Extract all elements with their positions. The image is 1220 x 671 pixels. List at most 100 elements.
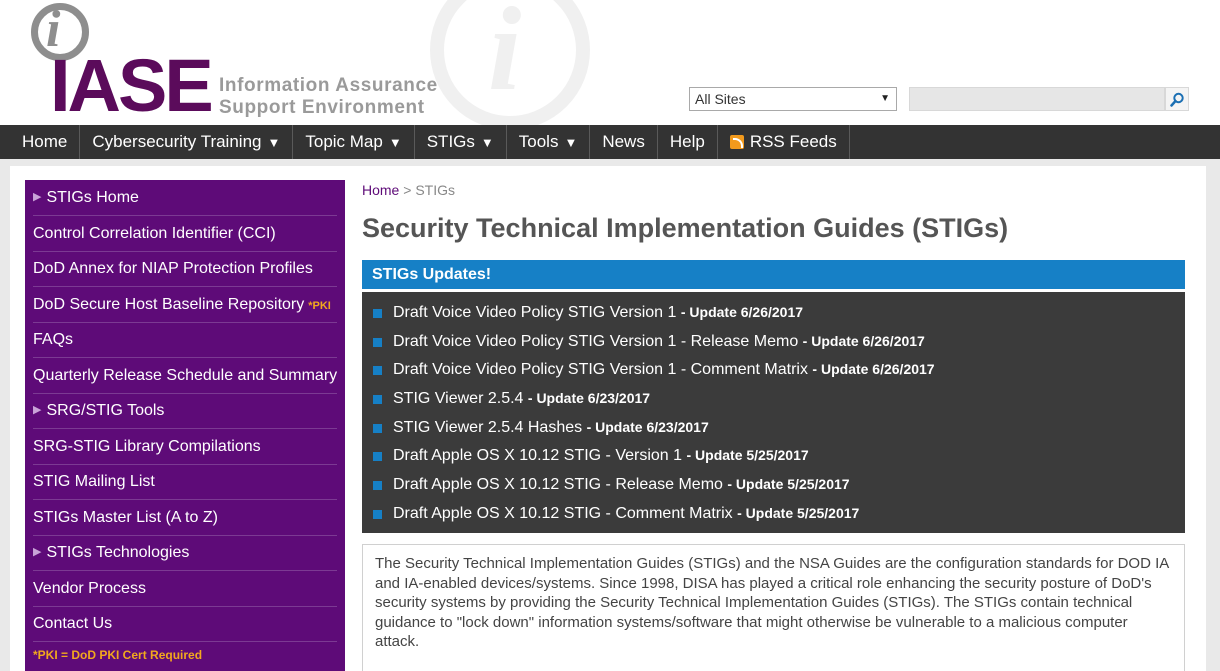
nav-item-help[interactable]: Help xyxy=(658,125,718,159)
update-item: Draft Apple OS X 10.12 STIG - Release Me… xyxy=(362,470,1185,499)
update-item: Draft Voice Video Policy STIG Version 1 … xyxy=(362,298,1185,327)
update-item: STIG Viewer 2.5.4 - Update 6/23/2017 xyxy=(362,384,1185,413)
updates-header: STIGs Updates! xyxy=(362,260,1185,289)
search-button[interactable] xyxy=(1165,87,1189,111)
update-link[interactable]: STIG Viewer 2.5.4 xyxy=(393,390,523,407)
update-item: Draft Apple OS X 10.12 STIG - Version 1 … xyxy=(362,441,1185,470)
description-box: The Security Technical Implementation Gu… xyxy=(362,544,1185,671)
nav-item-label: RSS Feeds xyxy=(749,132,837,151)
main-nav: Home Cybersecurity Training ▼ Topic Map ▼ STI… xyxy=(0,125,1220,159)
tagline-line-1: Information Assurance xyxy=(219,75,438,96)
breadcrumb-current: STIGs xyxy=(415,182,455,198)
rss-icon xyxy=(729,135,744,149)
nav-item-label: STIGs xyxy=(426,132,475,151)
pki-note: *PKI = DoD PKI Cert Required xyxy=(33,648,203,662)
update-date: - Update 6/26/2017 xyxy=(802,332,925,349)
update-link[interactable]: Draft Voice Video Policy STIG Version 1 … xyxy=(393,333,798,350)
square-bullet-icon xyxy=(373,509,382,519)
nav-item-label: Topic Map xyxy=(305,132,383,151)
breadcrumb: Home > STIGs xyxy=(362,182,455,198)
nav-item-cybersecurity-training[interactable]: Cybersecurity Training ▼ xyxy=(80,125,294,159)
sidebar-item-srg-stig-tools[interactable]: ▶ SRG/STIG Tools xyxy=(33,393,337,429)
site-scope-select[interactable]: All Sites ▼ xyxy=(689,87,897,111)
nav-item-label: Tools xyxy=(518,132,559,151)
expand-arrow-icon: ▶ xyxy=(33,191,42,203)
dropdown-arrow-icon: ▼ xyxy=(388,134,402,150)
update-link[interactable]: Draft Apple OS X 10.12 STIG - Comment Ma… xyxy=(393,505,733,522)
dropdown-arrow-icon: ▼ xyxy=(480,134,494,150)
sidebar-item-contact-us[interactable]: Contact Us xyxy=(33,606,337,642)
update-link[interactable]: Draft Apple OS X 10.12 STIG - Version 1 xyxy=(393,447,682,464)
nav-item-tools[interactable]: Tools ▼ xyxy=(507,125,591,159)
sidebar-item-label: Contact Us xyxy=(33,615,113,632)
site-scope-value: All Sites xyxy=(695,91,746,107)
update-date: - Update 5/25/2017 xyxy=(727,476,850,493)
nav-item-news[interactable]: News xyxy=(590,125,658,159)
update-item: STIG Viewer 2.5.4 Hashes - Update 6/23/2… xyxy=(362,413,1185,442)
square-bullet-icon xyxy=(373,337,382,347)
sidebar-nav: Contact Us Vendor Process ▶ STIGs Technolog… xyxy=(25,180,345,671)
sidebar-item-control-correlation-identifier-cci[interactable]: Control Correlation Identifier (CCI) xyxy=(33,216,337,252)
sidebar-item-label: FAQs xyxy=(33,331,74,348)
nav-item-rss-feeds[interactable]: RSS Feeds xyxy=(718,125,850,159)
nav-item-topic-map[interactable]: Topic Map ▼ xyxy=(293,125,415,159)
dropdown-arrow-icon: ▼ xyxy=(267,134,281,150)
update-date: - Update 6/23/2017 xyxy=(527,390,651,407)
square-bullet-icon xyxy=(373,481,382,491)
dropdown-arrow-icon: ▼ xyxy=(564,134,578,150)
logo-wordmark[interactable]: IASE xyxy=(50,49,214,123)
sidebar-item-label: Vendor Process xyxy=(33,579,146,597)
sidebar-item-label: SRG/STIG Tools xyxy=(46,402,165,419)
square-bullet-icon xyxy=(373,395,382,405)
site-header: i i IASE Information Assurance Support E… xyxy=(0,0,1220,125)
updates-list: Draft Voice Video Policy STIG Version 1 … xyxy=(362,292,1185,533)
update-item: Draft Voice Video Policy STIG Version 1 … xyxy=(362,327,1185,356)
watermark-info-icon: i xyxy=(488,0,522,115)
sidebar-item-label: STIGs Master List (A to Z) xyxy=(33,508,218,526)
update-date: - Update 6/26/2017 xyxy=(812,361,935,378)
expand-arrow-icon: ▶ xyxy=(33,546,42,558)
sidebar-item-stigs-master-list-a-to-z[interactable]: STIGs Master List (A to Z) xyxy=(33,500,337,536)
update-link[interactable]: Draft Apple OS X 10.12 STIG - Release Me… xyxy=(393,476,723,493)
update-date: - Update 5/25/2017 xyxy=(737,504,860,521)
nav-item-stigs[interactable]: STIGs ▼ xyxy=(415,125,507,159)
nav-item-label: News xyxy=(602,132,645,151)
square-bullet-icon xyxy=(373,366,382,376)
nav-item-label: Home xyxy=(22,132,68,151)
update-link[interactable]: Draft Voice Video Policy STIG Version 1 xyxy=(393,304,676,321)
sidebar-item-stig-mailing-list[interactable]: STIG Mailing List xyxy=(33,464,337,500)
sidebar-item-label: Control Correlation Identifier (CCI) xyxy=(33,224,276,242)
logo-tagline: Information Assurance Support Environmen… xyxy=(219,75,438,119)
search-input[interactable] xyxy=(909,87,1165,111)
breadcrumb-home-link[interactable]: Home xyxy=(362,182,399,198)
sidebar-item-stigs-home[interactable]: ▶ STIGs Home xyxy=(33,180,337,216)
sidebar-item-faqs[interactable]: FAQs xyxy=(33,322,337,358)
update-date: - Update 6/23/2017 xyxy=(586,418,709,435)
search-icon xyxy=(1170,92,1184,107)
tagline-line-2: Support Environment xyxy=(219,97,425,118)
update-date: - Update 5/25/2017 xyxy=(686,447,809,464)
update-link[interactable]: Draft Voice Video Policy STIG Version 1 … xyxy=(393,361,808,378)
update-date: - Update 6/26/2017 xyxy=(680,304,804,320)
description-text: The Security Technical Implementation Gu… xyxy=(375,555,1169,650)
update-link[interactable]: STIG Viewer 2.5.4 Hashes xyxy=(393,419,582,436)
chevron-down-icon: ▼ xyxy=(880,93,890,104)
sidebar-item-vendor-process[interactable]: Vendor Process xyxy=(33,571,337,607)
sidebar-item-dod-annex-for-niap-protection-profiles[interactable]: DoD Annex for NIAP Protection Profiles xyxy=(33,251,337,287)
square-bullet-icon xyxy=(373,309,382,318)
nav-item-label: Cybersecurity Training xyxy=(92,132,262,151)
sidebar-item-label: STIGs Technologies xyxy=(46,544,190,561)
update-item: Draft Apple OS X 10.12 STIG - Comment Ma… xyxy=(362,499,1185,528)
sidebar-item-srg-stig-library-compilations[interactable]: SRG-STIG Library Compilations xyxy=(33,429,337,465)
nav-item-label: Help xyxy=(669,132,705,151)
square-bullet-icon xyxy=(373,452,382,462)
nav-item-home[interactable]: Home xyxy=(10,125,81,159)
sidebar-item-label: DoD Annex for NIAP Protection Profiles xyxy=(33,260,313,277)
sidebar-item-quarterly-release-schedule-and-summary[interactable]: Quarterly Release Schedule and Summary xyxy=(33,358,337,394)
sidebar-item-stigs-technologies[interactable]: ▶ STIGs Technologies xyxy=(33,535,337,571)
square-bullet-icon xyxy=(373,423,382,433)
expand-arrow-icon: ▶ xyxy=(33,404,42,416)
sidebar-item-label: DoD Secure Host Baseline Repository xyxy=(33,295,305,313)
sidebar-item-dod-secure-host-baseline-repository[interactable]: DoD Secure Host Baseline Repository *PKI xyxy=(33,287,337,323)
page-title: Security Technical Implementation Guides… xyxy=(362,213,1009,243)
